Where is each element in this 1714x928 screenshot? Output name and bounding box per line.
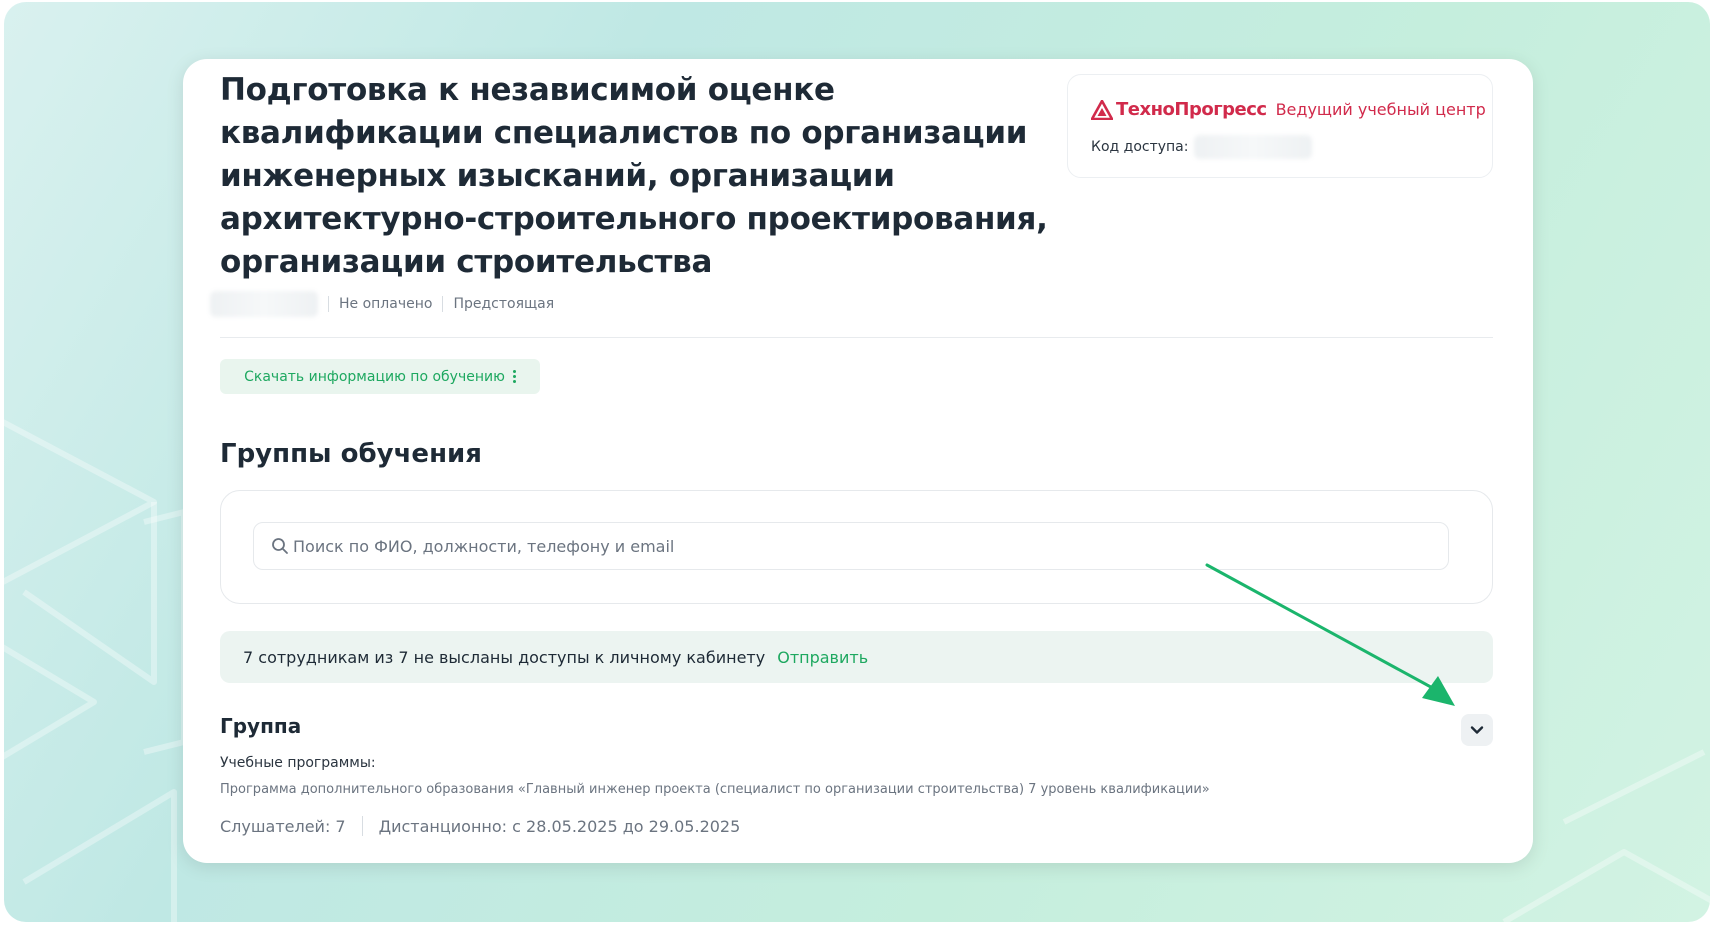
- more-vertical-icon: [512, 370, 516, 383]
- search-panel: [220, 490, 1493, 604]
- send-access-link[interactable]: Отправить: [777, 648, 868, 667]
- access-notice-text: 7 сотрудникам из 7 не высланы доступы к …: [243, 647, 766, 667]
- course-meta: Не оплачено Предстоящая: [210, 291, 554, 317]
- programs-label: Учебные программы:: [220, 755, 376, 771]
- search-input[interactable]: [289, 525, 1448, 567]
- stats-separator: [361, 816, 363, 836]
- group-schedule: Дистанционно: с 28.05.2025 до 29.05.2025: [378, 816, 741, 836]
- group-title: Группа: [220, 714, 302, 738]
- meta-separator: [328, 296, 329, 312]
- download-info-label: Скачать информацию по обучению: [244, 368, 505, 385]
- course-card: Подготовка к независимой оценке квалифик…: [183, 59, 1533, 863]
- brand-logo-icon: [1091, 99, 1113, 120]
- search-icon: [272, 538, 288, 554]
- hidden-date: [210, 291, 318, 317]
- group-expand-button[interactable]: [1461, 714, 1493, 746]
- brand-tagline: Ведущий учебный центр: [1275, 100, 1486, 119]
- access-code-value: [1194, 135, 1313, 159]
- groups-section-title: Группы обучения: [220, 439, 482, 469]
- program-name: Программа дополнительного образования «Г…: [220, 782, 1210, 797]
- search-box[interactable]: [253, 522, 1449, 570]
- header-divider: [220, 337, 1493, 338]
- page-title: Подготовка к независимой оценке квалифик…: [220, 72, 1048, 280]
- access-code-label: Код доступа:: [1091, 139, 1189, 155]
- group-stats: Слушателей: 7 Дистанционно: с 28.05.2025…: [220, 816, 740, 836]
- listeners-count: Слушателей: 7: [220, 816, 346, 836]
- brand-panel: ТехноПрогресс Ведущий учебный центр Код …: [1067, 74, 1493, 178]
- access-notice: 7 сотрудникам из 7 не высланы доступы к …: [220, 631, 1493, 683]
- payment-status: Не оплачено: [339, 296, 433, 312]
- chevron-down-icon: [1470, 726, 1484, 734]
- access-code-row: Код доступа:: [1091, 135, 1313, 159]
- download-info-button[interactable]: Скачать информацию по обучению: [220, 359, 540, 394]
- meta-separator: [442, 296, 444, 312]
- brand-line: ТехноПрогресс Ведущий учебный центр: [1091, 99, 1486, 120]
- brand-name: ТехноПрогресс: [1116, 99, 1267, 120]
- schedule-status: Предстоящая: [453, 296, 555, 312]
